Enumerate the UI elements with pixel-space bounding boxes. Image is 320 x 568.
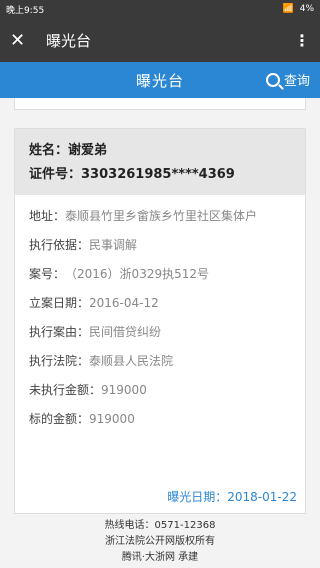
record-subject-amount: 标的金额： 919000 [29, 412, 135, 426]
footer-hotline: 热线电话：0571-12368 [104, 520, 216, 531]
footer: 热线电话：0571-12368 浙江法院公开网版权所有 腾讯·大浙网 承建 [0, 514, 320, 568]
footer-builder: 腾讯·大浙网 承建 [121, 552, 199, 563]
record-name: 姓名：谢爱弟 [29, 143, 108, 158]
footer-copyright: 浙江法院公开网版权所有 [105, 536, 215, 547]
more-options-icon[interactable]: ⋮ [294, 31, 310, 50]
record-id-number: 证件号：3303261985****4369 [29, 167, 235, 182]
search-button[interactable]: 查询 [265, 70, 310, 89]
close-icon[interactable]: ✕ [10, 30, 38, 51]
page-header: 曝光台 查询 [0, 62, 320, 98]
signal-icon: 📶 [282, 4, 295, 14]
record-address: 地址： 泰顺县竹里乡畲族乡竹里社区集体户 [29, 209, 258, 223]
record-cause: 执行案由： 民间借贷纠纷 [29, 325, 162, 339]
record-card-body: 地址： 泰顺县竹里乡畲族乡竹里社区集体户 执行依据： 民事调解 案号： （2016）浙… [15, 195, 305, 434]
search-icon [265, 72, 280, 87]
record-card-header: 姓名：谢爱弟 证件号：3303261985****4369 [15, 129, 305, 195]
app-bar-title: 曝光台 [46, 31, 92, 50]
record-basis: 执行依据： 民事调解 [29, 238, 138, 252]
record-card: 姓名：谢爱弟 证件号：3303261985****4369 地址： 泰顺县竹里乡畲… [14, 128, 306, 514]
record-exposure-date: 曝光日期：2018-01-22 [167, 490, 297, 504]
previous-record-card [14, 98, 306, 110]
battery-level: 4% [299, 4, 314, 14]
record-court: 执行法院： 泰顺县人民法院 [29, 354, 174, 368]
app-bar: ✕ 曝光台 ⋮ [0, 18, 320, 62]
status-indicators: 📶 4% [283, 4, 315, 14]
record-filed-date: 立案日期： 2016-04-12 [29, 296, 159, 310]
status-bar: 晚上9:55 📶 4% [0, 0, 320, 18]
page-title: 曝光台 [135, 71, 184, 90]
search-label: 查询 [283, 74, 310, 89]
record-unexecuted-amount: 未执行金额： 919000 [29, 383, 147, 397]
record-case-number: 案号： （2016）浙0329执512号 [29, 267, 209, 281]
status-time: 晚上9:55 [6, 5, 45, 16]
